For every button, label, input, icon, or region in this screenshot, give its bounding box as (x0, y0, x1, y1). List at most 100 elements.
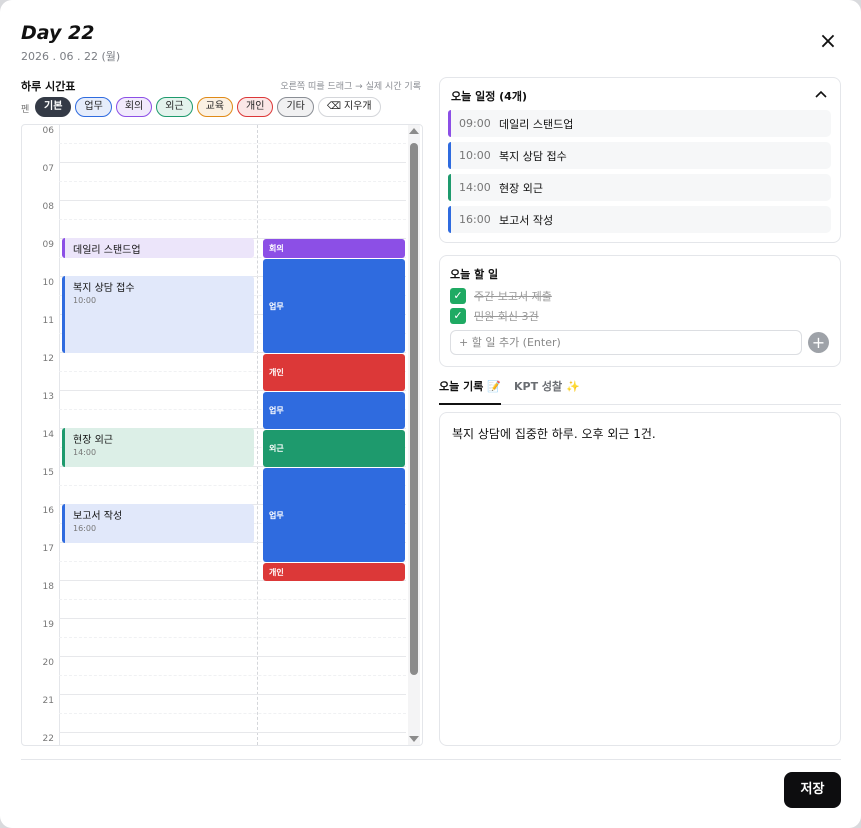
planned-event-time: 14:00 (73, 448, 97, 457)
footer-divider (21, 759, 841, 760)
schedule-time: 09:00 (459, 117, 491, 130)
planned-event[interactable]: 복지 상담 접수 10:00 (62, 276, 254, 353)
planned-event[interactable]: 데일리 스탠드업09:00 (62, 238, 254, 258)
hour-label-15: 15 (42, 468, 54, 478)
hour-label-18: 18 (42, 582, 54, 592)
actual-time-block[interactable]: 회의 (263, 239, 405, 258)
pen-chip-7[interactable]: 기타 (277, 97, 314, 117)
hour-label-11: 11 (42, 316, 54, 326)
pen-chip-2[interactable]: 업무 (75, 97, 112, 117)
checkbox-checked-icon[interactable]: ✓ (450, 308, 466, 324)
pen-chip-list: 기본 업무 회의 외근 교육 개인 기타 ⌫ 지우개 (35, 97, 381, 117)
schedule-color-bar (448, 142, 451, 169)
schedule-card: 오늘 일정 (4개) 09:00 데일리 스탠드업 10:00 복지 상담 접수 14:… (439, 77, 841, 243)
pen-chip-4[interactable]: 외근 (156, 97, 193, 117)
save-button[interactable]: 저장 (784, 772, 841, 808)
schedule-name: 보고서 작성 (499, 213, 554, 227)
half-hour-line (59, 675, 406, 676)
tab-daily-record[interactable]: 오늘 기록 📝 (439, 378, 501, 405)
scroll-up-icon[interactable] (409, 128, 419, 134)
timetable-hint: 오른쪽 띠를 드래그 → 실제 시간 기록 (280, 82, 421, 92)
eraser-button[interactable]: ⌫ 지우개 (317, 97, 381, 117)
hour-line (59, 618, 406, 619)
todo-text: 주간 보고서 제출 (474, 290, 552, 303)
pen-label: 펜 (21, 105, 30, 115)
schedule-title: 오늘 일정 (4개) (451, 90, 527, 103)
schedule-item[interactable]: 10:00 복지 상담 접수 (448, 142, 831, 169)
half-hour-line (59, 181, 406, 182)
hour-label-13: 13 (42, 392, 54, 402)
modal-date: 2026 . 06 . 22 (월) (21, 50, 121, 63)
schedule-time: 16:00 (459, 213, 491, 226)
hour-line (59, 200, 406, 201)
planned-event[interactable]: 보고서 작성 16:00 (62, 504, 254, 543)
hour-label-17: 17 (42, 544, 54, 554)
planned-event-time: 10:00 (73, 296, 97, 305)
schedule-item[interactable]: 09:00 데일리 스탠드업 (448, 110, 831, 137)
planned-event-title: 보고서 작성 (73, 511, 123, 522)
hour-label-12: 12 (42, 354, 54, 364)
todo-input[interactable] (450, 330, 802, 355)
timetable-grid[interactable]: 06 07 08 09 10 11 12 13 14 15 16 17 18 19 20 21 22 데일리 스탠… (21, 124, 423, 746)
todo-item[interactable]: ✓ 주간 보고서 제출 (450, 288, 552, 304)
hour-line (59, 124, 406, 125)
pen-chip-1[interactable]: 기본 (35, 97, 72, 117)
schedule-color-bar (448, 110, 451, 137)
pen-chip-5[interactable]: 교육 (196, 97, 234, 117)
half-hour-line (59, 713, 406, 714)
modal-title: Day 22 (21, 22, 95, 44)
hour-line (59, 694, 406, 695)
pen-chip-6[interactable]: 개인 (237, 97, 274, 117)
hour-label-08: 08 (42, 202, 54, 212)
schedule-item[interactable]: 16:00 보고서 작성 (448, 206, 831, 233)
schedule-name: 데일리 스탠드업 (499, 117, 574, 131)
hour-label-21: 21 (42, 696, 54, 706)
daily-record-textarea[interactable]: 복지 상담에 집중한 하루. 오후 외근 1건. (439, 412, 841, 746)
hour-line (59, 162, 406, 163)
actual-time-block[interactable]: 업무 (263, 392, 405, 429)
actual-time-block[interactable]: 업무 (263, 259, 405, 353)
half-hour-line (59, 637, 406, 638)
actual-time-block[interactable]: 업무 (263, 468, 405, 562)
schedule-time: 10:00 (459, 149, 491, 162)
hour-label-16: 16 (42, 506, 54, 516)
half-hour-line (59, 599, 406, 600)
hour-line (59, 656, 406, 657)
scroll-down-icon[interactable] (409, 736, 419, 742)
scrollbar-thumb[interactable] (410, 143, 418, 675)
planned-event[interactable]: 현장 외근 14:00 (62, 428, 254, 467)
schedule-name: 복지 상담 접수 (499, 149, 567, 163)
checkbox-checked-icon[interactable]: ✓ (450, 288, 466, 304)
add-todo-button[interactable]: + (808, 332, 829, 353)
hour-label-20: 20 (42, 658, 54, 668)
schedule-item[interactable]: 14:00 현장 외근 (448, 174, 831, 201)
column-divider (257, 125, 258, 745)
hour-label-07: 07 (42, 164, 54, 174)
eraser-label: 지우개 (343, 101, 372, 112)
chevron-up-icon[interactable] (815, 87, 827, 101)
planned-event-time: 16:00 (73, 524, 97, 533)
todo-item[interactable]: ✓ 민원 회신 3건 (450, 308, 539, 324)
todo-card: 오늘 할 일 ✓ 주간 보고서 제출 ✓ 민원 회신 3건 + (439, 255, 841, 367)
hour-label-09: 09 (42, 240, 54, 250)
pen-chip-3[interactable]: 회의 (115, 97, 153, 117)
todo-title: 오늘 할 일 (450, 268, 499, 281)
hour-label-10: 10 (42, 278, 54, 288)
tab-kpt[interactable]: KPT 성찰 ✨ (514, 378, 580, 405)
actual-time-block[interactable]: 외근 (263, 430, 405, 467)
hour-label-06: 06 (42, 126, 54, 136)
time-axis-line (59, 125, 60, 745)
half-hour-line (59, 219, 406, 220)
schedule-color-bar (448, 174, 451, 201)
schedule-time: 14:00 (459, 181, 491, 194)
actual-time-block[interactable]: 개인 (263, 563, 405, 581)
hour-label-22: 22 (42, 734, 54, 744)
close-icon[interactable]: × (818, 31, 838, 53)
todo-text: 민원 회신 3건 (474, 310, 539, 323)
eraser-icon: ⌫ (326, 101, 341, 112)
planned-event-title: 현장 외근 (73, 435, 113, 446)
planned-event-title: 데일리 스탠드업 (73, 245, 141, 256)
hour-line (59, 732, 406, 733)
actual-time-block[interactable]: 개인 (263, 354, 405, 391)
half-hour-line (59, 143, 406, 144)
